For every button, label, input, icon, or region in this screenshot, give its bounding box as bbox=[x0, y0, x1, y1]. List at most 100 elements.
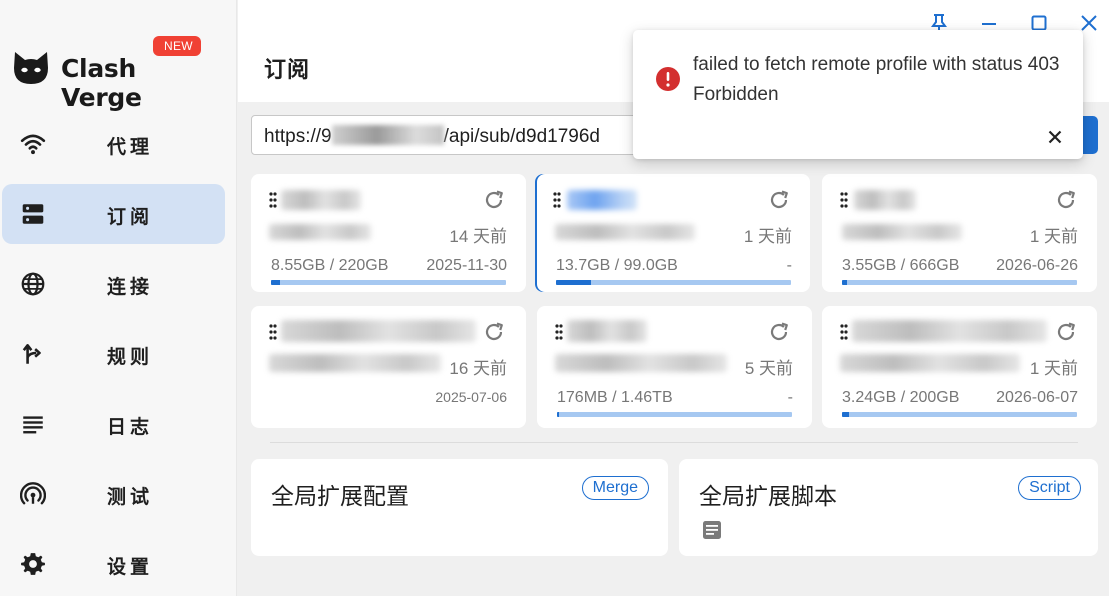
profile-card[interactable]: 1 天前 3.55GB / 666GB 2026-06-26 bbox=[822, 174, 1097, 292]
merge-tag: Merge bbox=[581, 476, 649, 500]
profile-expire: 2025-07-06 bbox=[435, 389, 507, 405]
profile-card[interactable]: 16 天前 2025-07-06 bbox=[251, 306, 526, 428]
usage-progress-fill bbox=[557, 412, 560, 417]
profile-updated: 1 天前 bbox=[743, 227, 792, 246]
profile-updated: 16 天前 bbox=[449, 359, 507, 378]
sidebar-item-label: 规则 bbox=[107, 346, 154, 368]
sidebar: Clash Verge NEW 代理 订阅 连接 规则 日志 测试 设置 bbox=[0, 0, 237, 596]
page-title: 订阅 bbox=[264, 58, 311, 83]
notification-message: failed to fetch remote profile with stat… bbox=[693, 54, 1060, 105]
sidebar-item-label: 代理 bbox=[107, 136, 154, 158]
profile-card[interactable]: 14 天前 8.55GB / 220GB 2025-11-30 bbox=[251, 174, 526, 292]
error-icon bbox=[656, 67, 680, 91]
radar-icon bbox=[19, 481, 47, 507]
profile-desc-redacted bbox=[269, 354, 441, 372]
profile-usage: 13.7GB / 99.0GB bbox=[556, 257, 678, 274]
usage-progress bbox=[271, 280, 506, 285]
server-icon bbox=[20, 201, 46, 227]
drag-handle-icon[interactable] bbox=[553, 191, 561, 209]
refresh-icon[interactable] bbox=[1054, 188, 1078, 212]
cat-logo-icon bbox=[14, 52, 48, 84]
profile-updated: 1 天前 bbox=[1029, 359, 1078, 378]
list-icon bbox=[20, 411, 46, 437]
profile-name-redacted bbox=[281, 320, 476, 342]
profile-usage: 176MB / 1.46TB bbox=[557, 389, 673, 406]
sidebar-item-label: 设置 bbox=[107, 556, 154, 578]
sidebar-item-label: 订阅 bbox=[107, 206, 154, 228]
usage-progress bbox=[557, 412, 792, 417]
profile-name-redacted bbox=[854, 190, 916, 210]
profile-desc-redacted bbox=[555, 224, 695, 240]
document-icon[interactable] bbox=[701, 519, 723, 541]
usage-progress-fill bbox=[842, 280, 847, 285]
usage-progress bbox=[842, 280, 1077, 285]
usage-progress-fill bbox=[842, 412, 850, 417]
global-script-card[interactable]: 全局扩展脚本 Script bbox=[679, 459, 1098, 556]
profile-card-active[interactable]: 1 天前 13.7GB / 99.0GB - bbox=[535, 174, 810, 292]
profile-desc-redacted bbox=[555, 354, 727, 372]
url-redacted bbox=[331, 125, 444, 145]
merge-title: 全局扩展配置 bbox=[271, 484, 409, 510]
profile-expire: 2026-06-26 bbox=[996, 257, 1078, 274]
profile-usage: 3.24GB / 200GB bbox=[842, 389, 960, 406]
drag-handle-icon[interactable] bbox=[840, 191, 848, 209]
close-icon[interactable] bbox=[1042, 124, 1068, 150]
profile-expire: 2025-11-30 bbox=[426, 257, 507, 274]
profile-desc-redacted bbox=[840, 354, 1020, 372]
new-badge: NEW bbox=[153, 36, 201, 56]
profile-card[interactable]: 5 天前 176MB / 1.46TB - bbox=[537, 306, 812, 428]
drag-handle-icon[interactable] bbox=[840, 323, 848, 341]
sidebar-item-label: 日志 bbox=[107, 416, 154, 438]
profile-name-redacted bbox=[852, 320, 1047, 342]
profile-updated: 14 天前 bbox=[449, 227, 507, 246]
profile-card[interactable]: 1 天前 3.24GB / 200GB 2026-06-07 bbox=[822, 306, 1097, 428]
section-divider bbox=[270, 442, 1078, 443]
profile-expire: - bbox=[787, 389, 793, 406]
usage-progress-fill bbox=[556, 280, 592, 285]
route-icon bbox=[20, 341, 46, 367]
url-suffix: /api/sub/d9d1796d bbox=[443, 126, 600, 147]
profile-expire: 2026-06-07 bbox=[996, 389, 1078, 406]
sidebar-item-profiles[interactable]: 订阅 bbox=[2, 184, 225, 244]
sidebar-item-logs[interactable]: 日志 bbox=[2, 394, 225, 454]
usage-progress-fill bbox=[271, 280, 281, 285]
usage-progress bbox=[556, 280, 791, 285]
drag-handle-icon[interactable] bbox=[555, 323, 563, 341]
profile-desc-redacted bbox=[269, 224, 371, 240]
profile-usage: 3.55GB / 666GB bbox=[842, 257, 960, 274]
sidebar-item-rules[interactable]: 规则 bbox=[2, 324, 225, 384]
drag-handle-icon[interactable] bbox=[269, 191, 277, 209]
profile-updated: 1 天前 bbox=[1029, 227, 1078, 246]
profile-expire: - bbox=[786, 257, 792, 274]
profile-desc-redacted bbox=[842, 224, 962, 240]
profile-name-redacted bbox=[567, 320, 647, 342]
subscription-url-input[interactable]: https://9/api/sub/d9d1796d bbox=[251, 115, 671, 155]
refresh-icon[interactable] bbox=[1054, 320, 1078, 344]
sidebar-item-test[interactable]: 测试 bbox=[2, 464, 225, 524]
global-merge-card[interactable]: 全局扩展配置 Merge bbox=[251, 459, 668, 556]
app-logo: Clash Verge NEW bbox=[12, 36, 222, 112]
drag-handle-icon[interactable] bbox=[269, 323, 277, 341]
sidebar-item-settings[interactable]: 设置 bbox=[2, 534, 225, 594]
wifi-icon bbox=[20, 131, 46, 157]
profile-name-redacted bbox=[567, 190, 637, 210]
refresh-icon[interactable] bbox=[767, 188, 791, 212]
script-title: 全局扩展脚本 bbox=[699, 484, 837, 510]
url-prefix: https://9 bbox=[264, 126, 332, 147]
refresh-icon[interactable] bbox=[482, 188, 506, 212]
usage-progress bbox=[842, 412, 1077, 417]
globe-icon bbox=[20, 271, 46, 297]
gear-icon bbox=[20, 551, 46, 577]
sidebar-item-label: 测试 bbox=[107, 486, 154, 508]
profile-name-redacted bbox=[281, 190, 361, 210]
app-name: Clash Verge bbox=[61, 54, 142, 112]
refresh-icon[interactable] bbox=[482, 320, 506, 344]
sidebar-item-label: 连接 bbox=[107, 276, 154, 298]
profile-updated: 5 天前 bbox=[744, 359, 793, 378]
sidebar-item-proxies[interactable]: 代理 bbox=[2, 114, 225, 174]
refresh-icon[interactable] bbox=[767, 320, 791, 344]
sidebar-item-connections[interactable]: 连接 bbox=[2, 254, 225, 314]
script-tag: Script bbox=[1018, 476, 1081, 500]
profile-usage: 8.55GB / 220GB bbox=[271, 257, 389, 274]
error-notification: failed to fetch remote profile with stat… bbox=[633, 30, 1083, 159]
